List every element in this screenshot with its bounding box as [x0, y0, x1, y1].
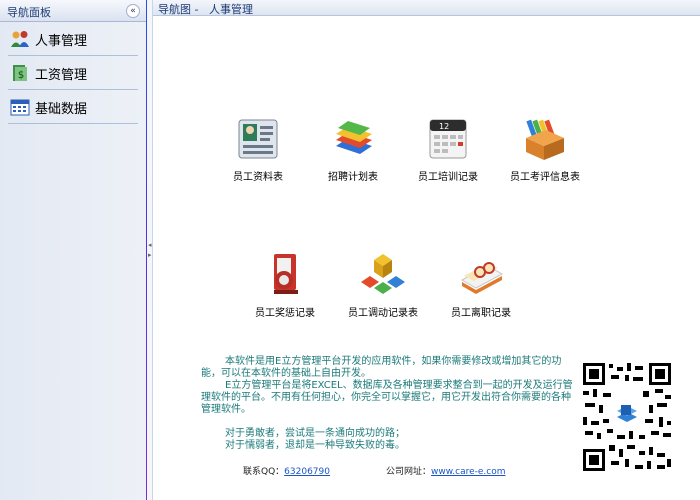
website-label: 公司网址： [386, 467, 432, 477]
sidebar-item-payroll[interactable]: $ 工资管理 [0, 57, 146, 90]
books-icon [336, 121, 372, 154]
tile-training-record[interactable]: 12 员工培训记录 [393, 114, 503, 183]
money-icon: $ [13, 65, 27, 81]
tile-label: 员工调动记录表 [348, 308, 418, 319]
red-folder-icon [274, 254, 298, 294]
splitter-grip-icon[interactable]: ◂ ▸ [148, 240, 152, 260]
tile-recruitment-plan[interactable]: 招聘计划表 [298, 114, 408, 183]
collapse-panel-button[interactable]: « [126, 4, 140, 18]
quote-line: 对于勇敢者，尝试是一条通向成功的路； [225, 428, 405, 439]
document-glasses-icon [460, 262, 504, 294]
id-card-icon [238, 119, 278, 159]
tile-label: 招聘计划表 [328, 172, 378, 183]
calendar-grid-icon [10, 99, 30, 116]
svg-text:12: 12 [439, 122, 449, 131]
navigation-panel: 导航面板 « 人事管理 $ 工资管理 基础数据 [0, 0, 151, 500]
tile-evaluation-info[interactable]: 员工考评信息表 [490, 114, 600, 183]
info-paragraph: 本软件是用E立方管理平台开发的应用软件，如果你需要修改或增加其它的功能，可以在本… [201, 356, 562, 379]
tile-reward-penalty[interactable]: 员工奖惩记录 [230, 250, 340, 319]
breadcrumb-bar: 导航图 - 人事管理 [153, 0, 700, 16]
nav-panel-title: 导航面板 [7, 6, 51, 19]
breadcrumb: 导航图 - 人事管理 [158, 3, 253, 16]
quote-line: 对于懦弱者，退却是一种导致失败的毒。 [225, 440, 405, 451]
qq-label: 联系QQ： [243, 467, 285, 477]
people-icon [11, 31, 29, 47]
sidebar-item-label: 人事管理 [35, 34, 88, 49]
blocks-icon [361, 254, 405, 294]
main-area: 导航图 - 人事管理 员工资料表 招聘计划表 12 员工培训记录 员工考评信息表… [153, 0, 700, 500]
qr-code-image [581, 361, 673, 473]
info-text-block: 本软件是用E立方管理平台开发的应用软件，如果你需要修改或增加其它的功能，可以在本… [201, 356, 576, 452]
website-link[interactable]: www.care-e.com [431, 467, 506, 477]
company-website: 公司网址：www.care-e.com [386, 464, 506, 477]
svg-text:$: $ [18, 70, 24, 81]
tile-resignation-record[interactable]: 员工离职记录 [426, 250, 536, 319]
sidebar-item-basedata[interactable]: 基础数据 [0, 91, 146, 124]
divider [8, 89, 138, 90]
app-window: 导航面板 « 人事管理 $ 工资管理 基础数据 ◂ ▸ 导航图 - 人事管理 员… [0, 0, 700, 500]
sidebar-item-label: 基础数据 [35, 102, 88, 117]
files-box-icon [526, 119, 564, 160]
tile-label: 员工培训记录 [418, 172, 478, 183]
divider [8, 123, 138, 124]
tile-label: 员工考评信息表 [510, 172, 580, 183]
qq-link[interactable]: 63206790 [284, 467, 330, 477]
tile-label: 员工资料表 [233, 172, 283, 183]
contact-qq: 联系QQ：63206790 [243, 464, 330, 477]
tile-transfer-record[interactable]: 员工调动记录表 [328, 250, 438, 319]
info-paragraph: E立方管理平台是将EXCEL、数据库及各种管理要求整合到一起的开发及运行管理软件… [201, 380, 573, 415]
nav-panel-header: 导航面板 « [0, 0, 146, 22]
calendar-icon: 12 [429, 119, 467, 159]
tile-employee-profile[interactable]: 员工资料表 [203, 114, 313, 183]
tile-label: 员工离职记录 [451, 308, 511, 319]
tile-label: 员工奖惩记录 [255, 308, 315, 319]
sidebar-item-label: 工资管理 [35, 68, 88, 83]
divider [8, 55, 138, 56]
sidebar-item-personnel[interactable]: 人事管理 [0, 23, 146, 56]
